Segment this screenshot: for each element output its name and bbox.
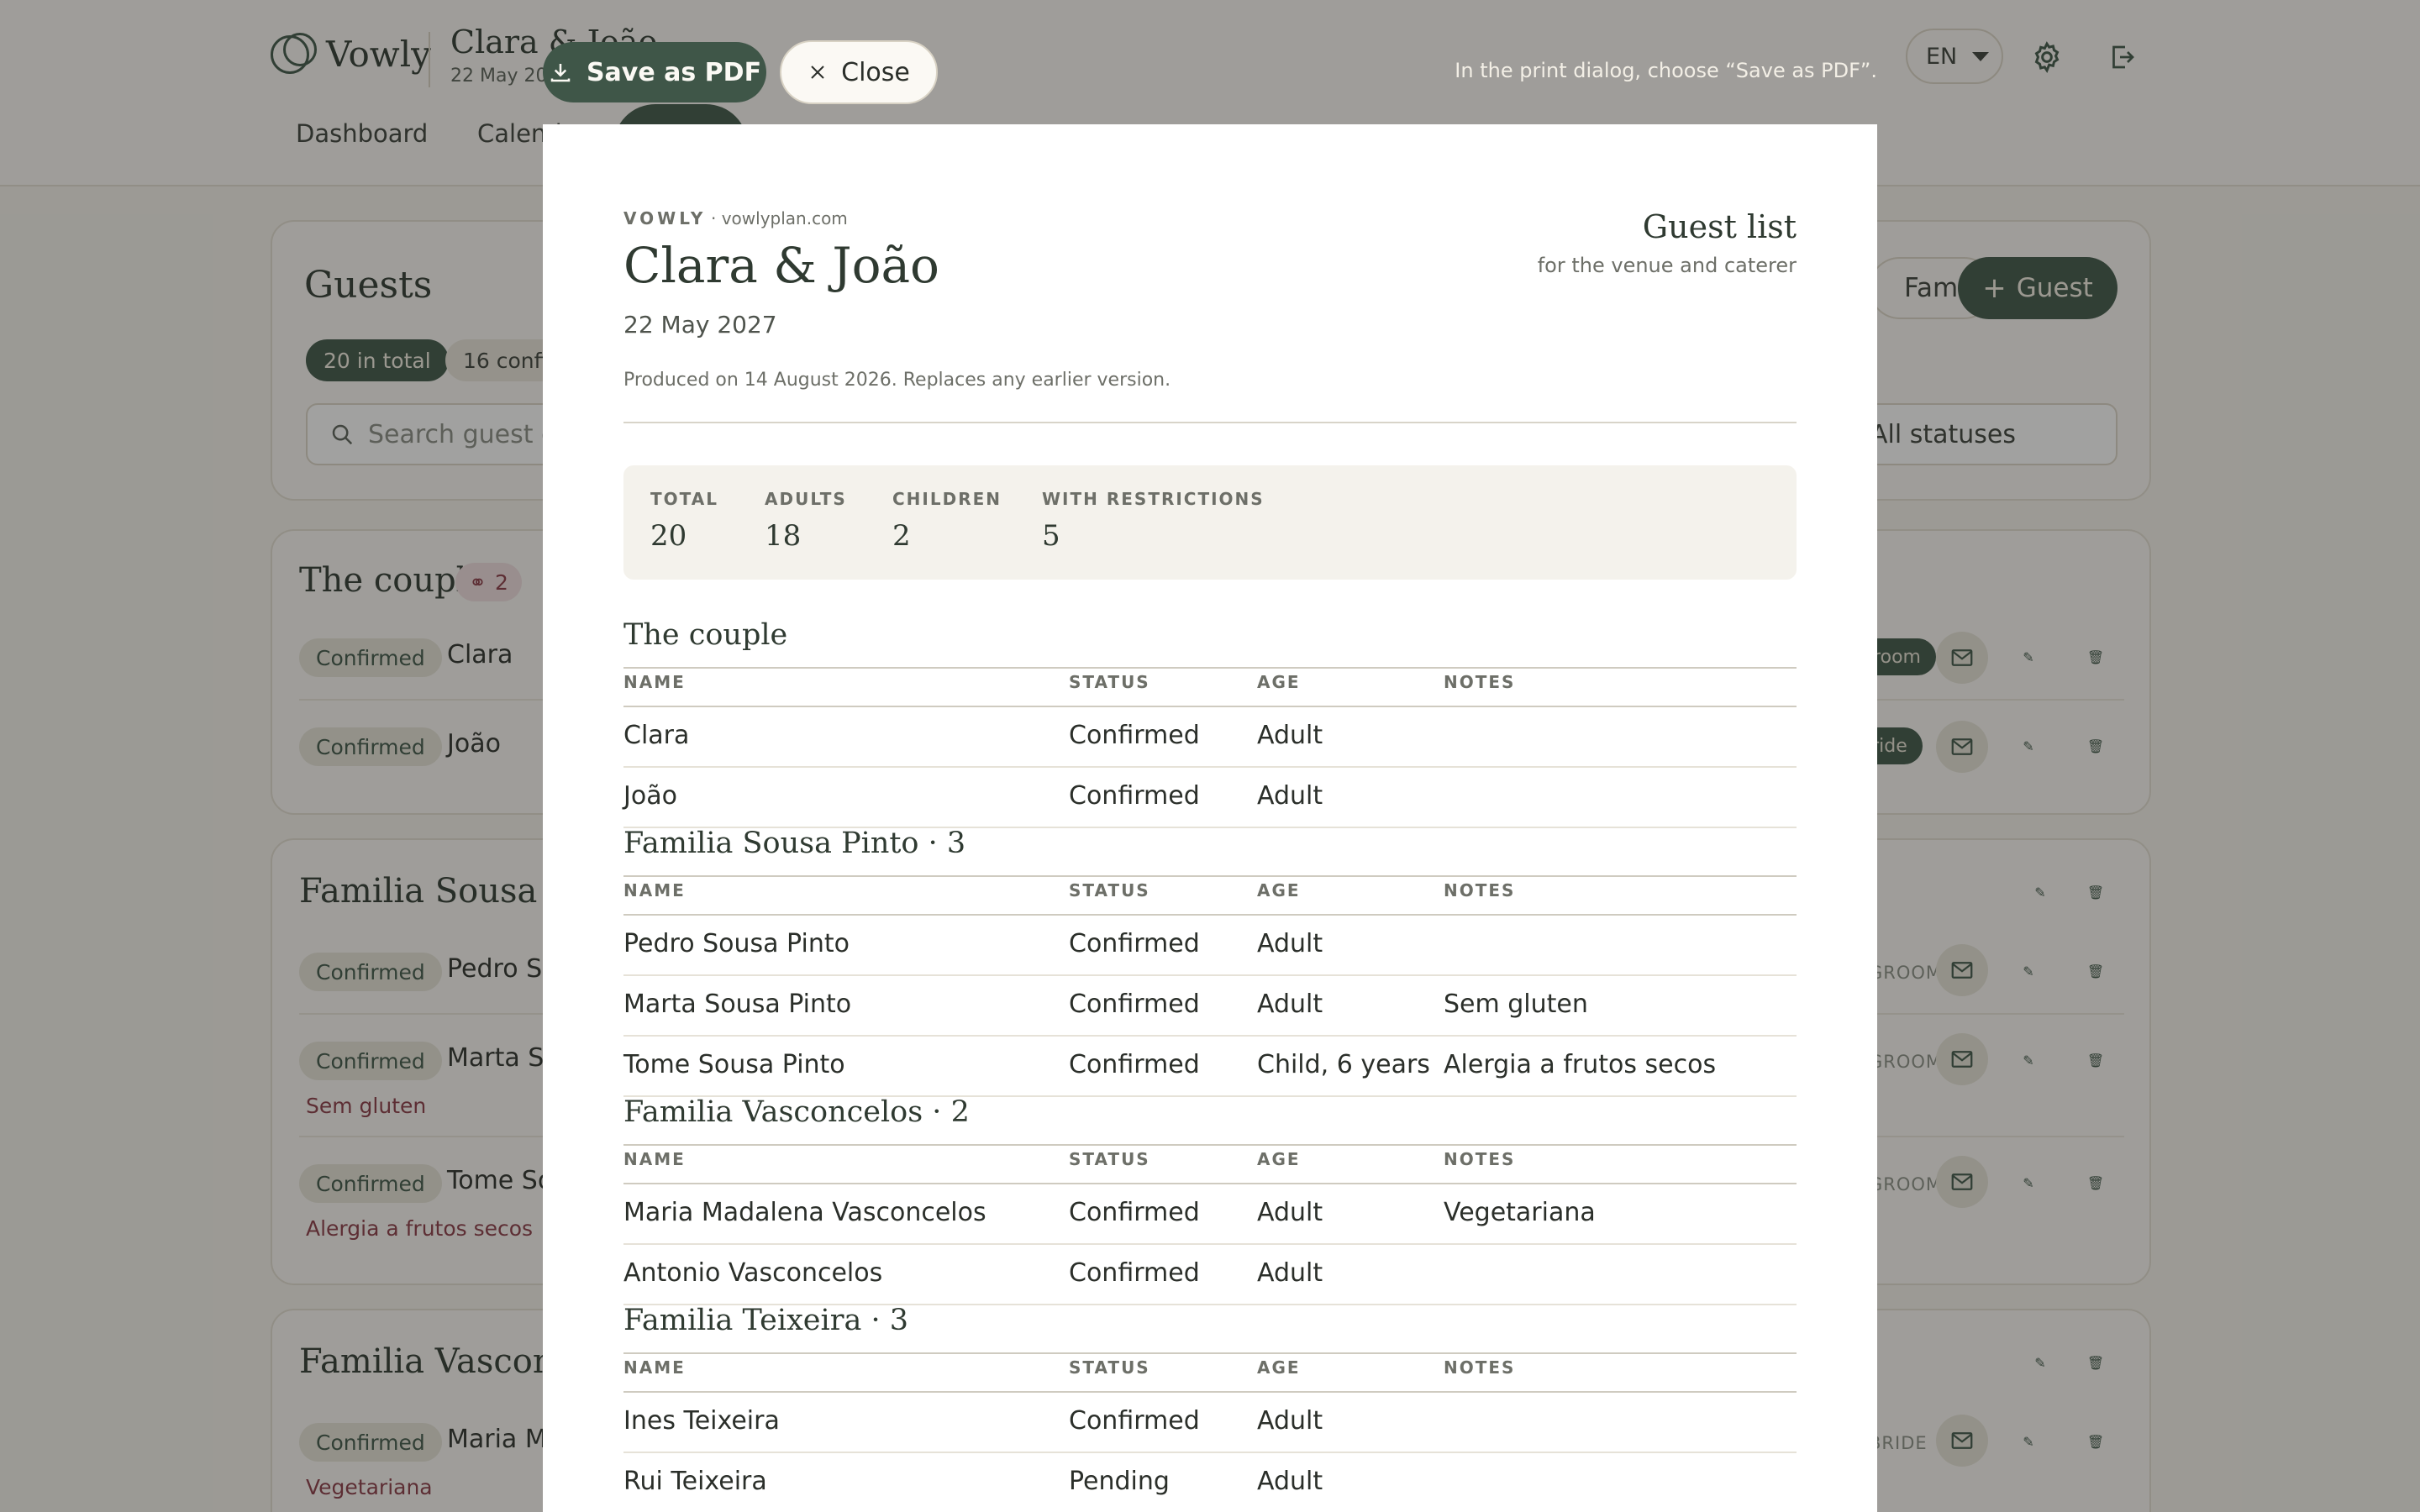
status-cell: Confirmed — [1069, 929, 1200, 958]
column-header: STATUS — [1069, 1357, 1150, 1378]
column-header: AGE — [1257, 1357, 1301, 1378]
sheet-group-title: Familia Sousa Pinto · 3 — [623, 827, 966, 860]
column-header: NOTES — [1444, 1149, 1516, 1169]
sheet-brand: VOWLY — [623, 208, 707, 228]
stat-label: TOTAL — [650, 489, 718, 509]
guest-name-cell: Maria Madalena Vasconcelos — [623, 1198, 986, 1227]
close-icon — [811, 66, 824, 79]
stat-value: 2 — [892, 519, 911, 553]
column-header: STATUS — [1069, 1149, 1150, 1169]
age-cell: Adult — [1257, 721, 1323, 750]
sheet-group-title: Familia Vasconcelos · 2 — [623, 1095, 970, 1129]
header-bottom-rule — [623, 914, 1797, 916]
notes-cell: Sem gluten — [1444, 990, 1588, 1019]
stat-label: ADULTS — [765, 489, 847, 509]
column-header: NOTES — [1444, 672, 1516, 692]
stat-value: 5 — [1042, 519, 1060, 553]
notes-cell: Vegetariana — [1444, 1198, 1596, 1227]
stat-label: CHILDREN — [892, 489, 1002, 509]
column-header: NAME — [623, 672, 686, 692]
sheet-doc-title: Guest list — [1642, 208, 1797, 245]
column-header: NAME — [623, 1357, 686, 1378]
age-cell: Adult — [1257, 990, 1323, 1019]
column-header: AGE — [1257, 1149, 1301, 1169]
stats-box: TOTAL 20 ADULTS 18 CHILDREN 2 WITH RESTR… — [623, 465, 1797, 580]
guest-name-cell: Ines Teixeira — [623, 1406, 780, 1436]
age-cell: Child, 6 years — [1257, 1050, 1430, 1079]
status-cell: Confirmed — [1069, 1258, 1200, 1288]
column-header: AGE — [1257, 880, 1301, 900]
guest-name-cell: João — [623, 781, 677, 811]
guest-name-cell: Rui Teixeira — [623, 1467, 767, 1496]
age-cell: Adult — [1257, 1406, 1323, 1436]
stat-children: CHILDREN 2 — [892, 489, 1002, 553]
status-cell: Confirmed — [1069, 781, 1200, 811]
group-top-rule — [623, 1144, 1797, 1146]
download-icon — [550, 64, 571, 82]
stat-restrictions: WITH RESTRICTIONS 5 — [1042, 489, 1265, 553]
save-as-pdf-label: Save as PDF — [586, 57, 762, 87]
column-header: NAME — [623, 1149, 686, 1169]
sheet-group-title: Familia Teixeira · 3 — [623, 1304, 908, 1337]
stat-adults: ADULTS 18 — [765, 489, 847, 553]
guest-name-cell: Antonio Vasconcelos — [623, 1258, 883, 1288]
sheet-site: · vowlyplan.com — [711, 208, 848, 228]
column-header: STATUS — [1069, 880, 1150, 900]
column-header: NOTES — [1444, 1357, 1516, 1378]
stat-value: 18 — [765, 519, 802, 553]
group-top-rule — [623, 667, 1797, 669]
close-button[interactable]: Close — [780, 40, 938, 104]
sheet-date: 22 May 2027 — [623, 311, 777, 339]
age-cell: Adult — [1257, 1258, 1323, 1288]
header-bottom-rule — [623, 1391, 1797, 1393]
column-header: NAME — [623, 880, 686, 900]
stat-value: 20 — [650, 519, 687, 553]
guest-name-cell: Clara — [623, 721, 690, 750]
sheet-divider — [623, 422, 1797, 423]
row-rule — [623, 1452, 1797, 1453]
column-header: NOTES — [1444, 880, 1516, 900]
notes-cell: Alergia a frutos secos — [1444, 1050, 1717, 1079]
column-header: AGE — [1257, 672, 1301, 692]
row-rule — [623, 766, 1797, 768]
close-label: Close — [841, 57, 910, 87]
guest-name-cell: Marta Sousa Pinto — [623, 990, 852, 1019]
status-cell: Confirmed — [1069, 1406, 1200, 1436]
status-cell: Confirmed — [1069, 1050, 1200, 1079]
sheet-group-title: The couple — [623, 618, 788, 652]
group-top-rule — [623, 875, 1797, 877]
age-cell: Adult — [1257, 781, 1323, 811]
sheet-doc-subtitle: for the venue and caterer — [1537, 254, 1797, 277]
row-rule — [623, 1243, 1797, 1245]
column-header: STATUS — [1069, 672, 1150, 692]
age-cell: Adult — [1257, 929, 1323, 958]
print-sheet: VOWLY · vowlyplan.com Clara & João 22 Ma… — [543, 124, 1877, 1512]
age-cell: Adult — [1257, 1467, 1323, 1496]
row-rule — [623, 974, 1797, 976]
status-cell: Confirmed — [1069, 1198, 1200, 1227]
stat-total: TOTAL 20 — [650, 489, 718, 553]
status-cell: Pending — [1069, 1467, 1170, 1496]
age-cell: Adult — [1257, 1198, 1323, 1227]
guest-name-cell: Pedro Sousa Pinto — [623, 929, 850, 958]
row-rule — [623, 1035, 1797, 1037]
stat-label: WITH RESTRICTIONS — [1042, 489, 1265, 509]
print-hint: In the print dialog, choose “Save as PDF… — [1455, 59, 1877, 82]
sheet-couple-title: Clara & João — [623, 237, 939, 294]
guest-name-cell: Tome Sousa Pinto — [623, 1050, 845, 1079]
header-bottom-rule — [623, 1183, 1797, 1184]
group-top-rule — [623, 1352, 1797, 1354]
sheet-produced-note: Produced on 14 August 2026. Replaces any… — [623, 370, 1171, 391]
status-cell: Confirmed — [1069, 990, 1200, 1019]
header-bottom-rule — [623, 706, 1797, 707]
save-as-pdf-button[interactable]: Save as PDF — [543, 42, 766, 102]
status-cell: Confirmed — [1069, 721, 1200, 750]
